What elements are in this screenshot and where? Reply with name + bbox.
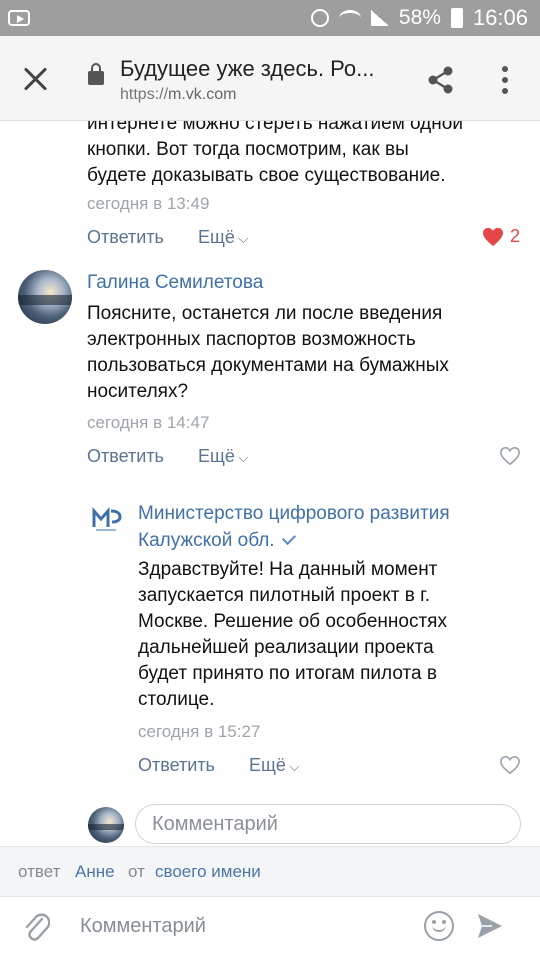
chevron-down-icon: ⌵: [234, 450, 249, 465]
signal-icon: [370, 10, 389, 26]
browser-toolbar: Будущее уже здесь. Ро... https://m.vk.co…: [0, 36, 540, 121]
more-button[interactable]: Ещё ⌵: [198, 446, 248, 467]
comment-text-line: будете доказывать свое существование.: [87, 165, 446, 186]
send-icon[interactable]: [476, 911, 504, 941]
battery-icon: [450, 8, 463, 28]
emoji-icon[interactable]: [424, 911, 454, 941]
comment-date: сегодня в 13:49: [87, 194, 210, 213]
thread-comment-input[interactable]: Комментарий: [135, 804, 521, 844]
reply-button[interactable]: Ответить: [87, 227, 164, 247]
comment-text-line: Здравствуйте! На данный момент: [138, 559, 438, 580]
reply-button[interactable]: Ответить: [138, 755, 215, 775]
heart-outline-icon[interactable]: [499, 755, 521, 775]
comment-date: сегодня в 15:27: [138, 722, 261, 741]
verified-check-icon: [281, 530, 296, 546]
heart-outline-icon[interactable]: [499, 446, 521, 466]
close-icon[interactable]: [22, 66, 48, 92]
like-count: 2: [510, 226, 521, 246]
page-url[interactable]: https://m.vk.com: [120, 86, 236, 104]
share-icon[interactable]: [426, 65, 456, 95]
comment-text-line: электронных паспортов возможность: [87, 329, 416, 350]
overflow-menu-icon[interactable]: [502, 66, 508, 94]
url-host: m.vk.com: [168, 86, 237, 103]
more-button[interactable]: Ещё ⌵: [249, 755, 299, 776]
composer-input[interactable]: Комментарий: [80, 915, 206, 938]
comment-text-line: столице.: [138, 689, 215, 710]
reply-context-bar: ответ Анне от своего имени: [0, 846, 540, 897]
author-line: Калужской обл.: [138, 530, 275, 551]
comment-text-line: интернете можно стереть нажатием одной: [87, 121, 463, 134]
comment-author[interactable]: Галина Семилетова: [87, 272, 263, 294]
more-label: Ещё: [198, 446, 235, 466]
alarm-icon: [310, 9, 329, 27]
more-label: Ещё: [198, 227, 235, 247]
ministry-logo-glyph: [92, 507, 122, 531]
comments-list: интернете можно стереть нажатием одной к…: [0, 121, 540, 846]
comment-text-line: Поясните, останется ли после введения: [87, 303, 443, 324]
clock: 16:06: [472, 5, 528, 30]
battery-percent: 58%: [398, 6, 441, 29]
share-glyph: [428, 66, 453, 94]
chevron-down-icon: ⌵: [234, 231, 249, 246]
avatar: [88, 807, 124, 843]
reply-identity-link[interactable]: своего имени: [155, 862, 261, 882]
comment-text-line: запускается пилотный проект в г.: [138, 585, 430, 606]
attach-icon[interactable]: [22, 911, 50, 943]
status-bar: 58% 16:06: [0, 0, 540, 36]
comment-text: Поясните, останется ли после введения эл…: [87, 301, 527, 405]
url-protocol: https://: [120, 86, 169, 103]
comment-text-line: дальнейшей реализации проекта: [138, 637, 434, 658]
comment-text: интернете можно стереть нажатием одной к…: [87, 121, 527, 189]
chevron-down-icon: ⌵: [285, 759, 300, 774]
comment-date: сегодня в 14:47: [87, 413, 210, 432]
comment-text-line: Москве. Решение об особенностях: [138, 611, 447, 632]
heart-filled-icon[interactable]: [482, 227, 504, 247]
more-label: Ещё: [249, 755, 286, 775]
comment-text-line: носителях?: [87, 381, 189, 402]
lock-icon: [88, 63, 104, 85]
page-title[interactable]: Будущее уже здесь. Ро...: [120, 56, 410, 82]
comment-text: Здравствуйте! На данный момент запускает…: [138, 557, 528, 713]
reply-middle: от: [128, 862, 145, 881]
author-line: Министерство цифрового развития: [138, 503, 450, 524]
comment-author[interactable]: Министерство цифрового развития Калужско…: [138, 500, 450, 554]
wifi-icon: [338, 10, 361, 26]
comment-text-line: кнопки. Вот тогда посмотрим, как вы: [87, 139, 409, 160]
reply-prefix: ответ: [18, 862, 61, 881]
reply-button[interactable]: Ответить: [87, 446, 164, 466]
comment-text-line: пользоваться документами на бумажных: [87, 355, 449, 376]
comment-composer: Комментарий: [0, 896, 540, 961]
ministry-logo[interactable]: [90, 501, 126, 537]
avatar[interactable]: [18, 270, 72, 324]
reply-target-link[interactable]: Анне: [75, 862, 115, 882]
comment-text-line: будет принято по итогам пилота в: [138, 663, 437, 684]
more-button[interactable]: Ещё ⌵: [198, 227, 248, 248]
youtube-notification-icon: [8, 10, 30, 26]
